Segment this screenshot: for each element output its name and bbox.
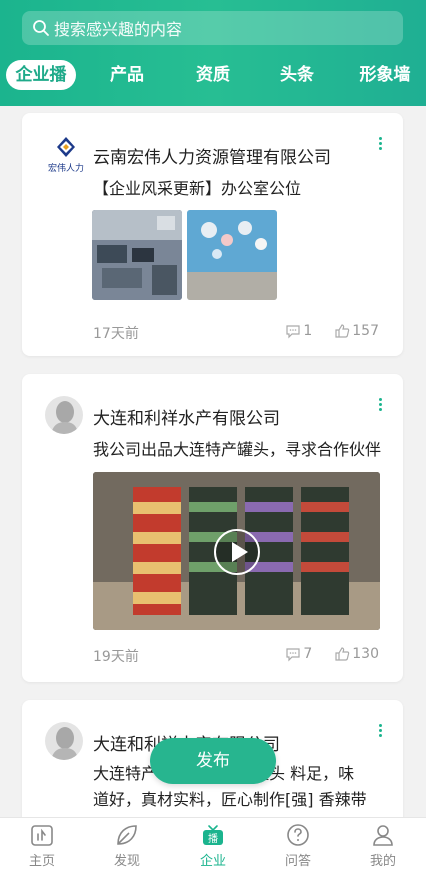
post-card[interactable]: 大连和利祥水产有限公司 我公司出品大连特产罐头，寻求合作伙伴 19天前 7 13…	[22, 374, 403, 682]
post-description: 【企业风采更新】办公室公位	[93, 179, 302, 198]
company-logo-image: 宏伟人力	[48, 137, 84, 174]
publish-button[interactable]: 发布	[150, 738, 276, 784]
default-avatar-icon	[45, 396, 83, 434]
svg-text:宏伟人力: 宏伟人力	[48, 162, 84, 174]
comment-icon[interactable]	[285, 323, 301, 339]
office-photo-image	[92, 210, 182, 300]
nav-home-label: 主页	[28, 854, 55, 869]
post-video[interactable]	[93, 472, 380, 630]
tab-qualifications[interactable]: 资质	[188, 60, 238, 90]
bottom-navigation: 主页 发现 播 企业 问答 我的	[0, 817, 426, 873]
company-logo: 宏伟人力	[44, 135, 88, 179]
nav-qa[interactable]: 问答	[268, 822, 328, 869]
user-icon	[373, 825, 393, 846]
play-icon[interactable]	[214, 529, 260, 575]
search-bar[interactable]: 搜索感兴趣的内容	[22, 11, 403, 45]
nav-home[interactable]: 主页	[12, 822, 72, 869]
avatar	[45, 722, 83, 760]
post-time: 17天前	[93, 326, 139, 342]
tab-image-wall[interactable]: 形象墙	[352, 60, 418, 90]
post-stats: 7 130	[285, 646, 379, 662]
like-icon[interactable]	[334, 323, 350, 339]
post-image-1[interactable]	[92, 210, 182, 300]
more-options-icon[interactable]	[379, 724, 383, 738]
broadcast-tv-icon: 播	[203, 825, 223, 845]
tab-headlines[interactable]: 头条	[272, 60, 322, 90]
category-tabs: 企业播 产品 资质 头条 形象墙	[0, 60, 426, 94]
like-count: 130	[352, 646, 379, 662]
like-count: 157	[352, 323, 379, 339]
nav-enterprise[interactable]: 播 企业	[183, 822, 243, 869]
top-header: 搜索感兴趣的内容 企业播 产品 资质 头条 形象墙	[0, 0, 426, 106]
wall-display-image	[187, 210, 277, 300]
company-name[interactable]: 大连和利祥水产有限公司	[93, 404, 280, 429]
post-image-2[interactable]	[187, 210, 277, 300]
post-stats: 1 157	[285, 323, 379, 339]
like-icon[interactable]	[334, 646, 350, 662]
nav-mine[interactable]: 我的	[353, 822, 413, 869]
home-icon	[31, 825, 53, 846]
tab-products[interactable]: 产品	[102, 60, 152, 90]
nav-qa-label: 问答	[284, 854, 311, 869]
tab-enterprise-broadcast[interactable]: 企业播	[6, 60, 76, 90]
nav-discover-label: 发现	[113, 854, 140, 869]
nav-mine-label: 我的	[369, 854, 396, 869]
post-description-line-2: 道好，真材实料，匠心制作[强] 香辣带	[93, 790, 367, 809]
post-time: 19天前	[93, 649, 139, 665]
post-card[interactable]: 宏伟人力 云南宏伟人力资源管理有限公司 【企业风采更新】办公室公位 17天前 1…	[22, 113, 403, 356]
more-options-icon[interactable]	[379, 398, 383, 412]
search-placeholder: 搜索感兴趣的内容	[54, 20, 183, 39]
company-name[interactable]: 云南宏伟人力资源管理有限公司	[93, 143, 331, 168]
post-description: 我公司出品大连特产罐头，寻求合作伙伴	[93, 440, 382, 459]
question-icon	[287, 824, 309, 846]
comment-icon[interactable]	[285, 646, 301, 662]
nav-enterprise-label: 企业	[199, 854, 226, 869]
svg-text:播: 播	[208, 832, 218, 845]
feed-list[interactable]: 宏伟人力 云南宏伟人力资源管理有限公司 【企业风采更新】办公室公位 17天前 1…	[0, 106, 426, 817]
comment-count: 1	[303, 323, 313, 339]
leaf-icon	[117, 825, 137, 845]
more-options-icon[interactable]	[379, 137, 383, 151]
default-avatar-icon	[45, 722, 83, 760]
search-icon	[33, 20, 49, 36]
comment-count: 7	[303, 646, 313, 662]
avatar	[45, 396, 83, 434]
post-description-line-1: 大连特产	[93, 764, 158, 783]
nav-discover[interactable]: 发现	[97, 822, 157, 869]
